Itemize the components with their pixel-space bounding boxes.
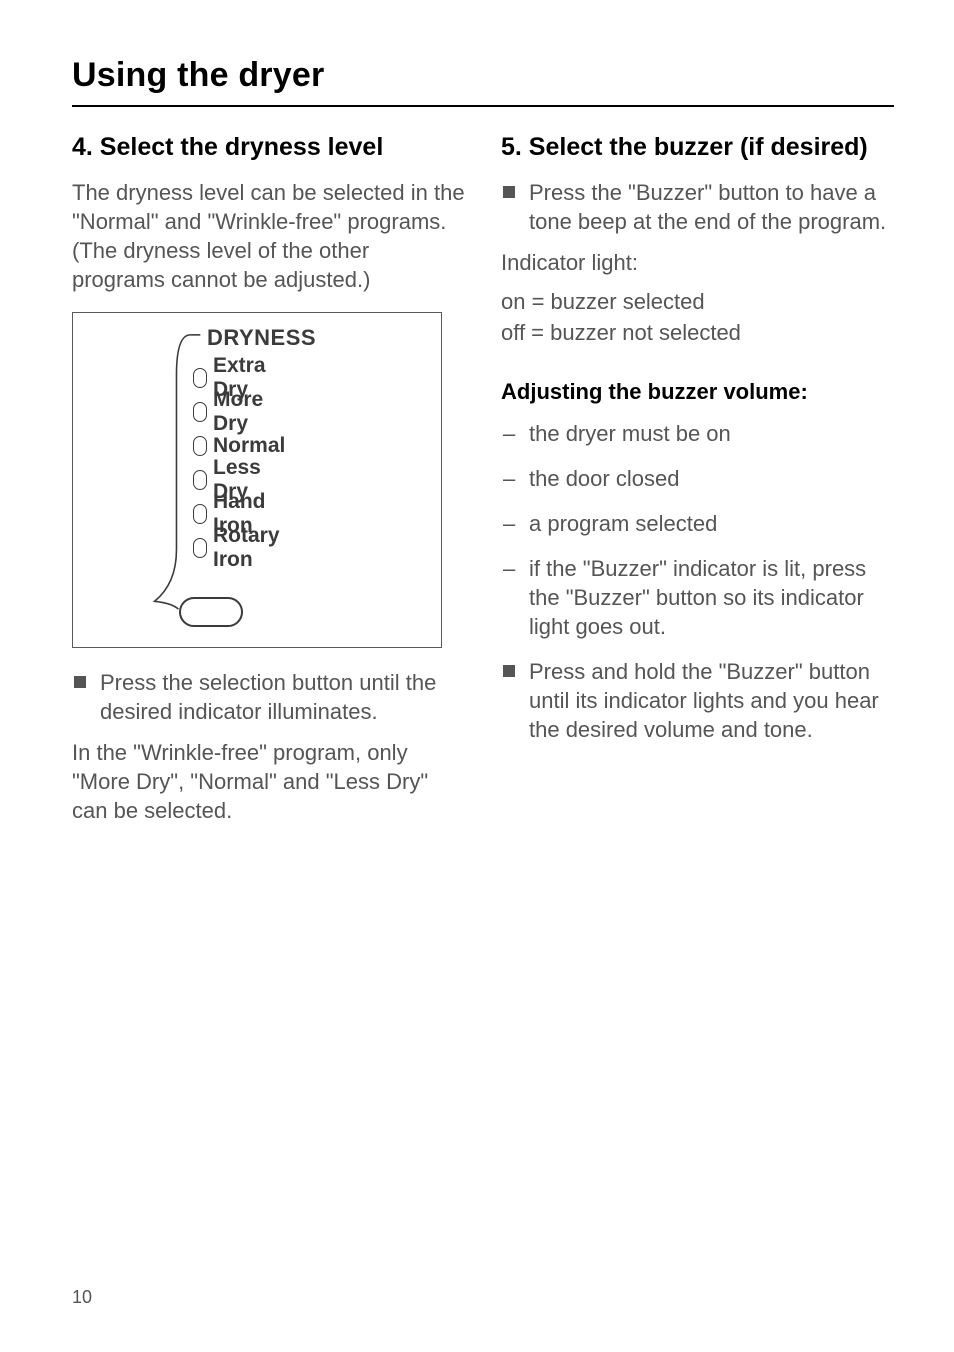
led-indicator-icon — [193, 436, 207, 456]
indicator-light-label: Indicator light: — [501, 248, 894, 277]
buzzer-volume-heading: Adjusting the buzzer volume: — [501, 379, 894, 405]
led-indicator-icon — [193, 368, 207, 388]
selection-button-icon — [179, 597, 243, 627]
dryness-led-column: Extra Dry More Dry Normal Less Dry — [193, 361, 285, 565]
dryness-option-label: More Dry — [213, 388, 285, 436]
dryness-option-label: Rotary Iron — [213, 524, 285, 572]
page-number: 10 — [72, 1287, 92, 1308]
left-column: 4. Select the dryness level The dryness … — [72, 133, 465, 843]
dryness-intro-text: The dryness level can be selected in the… — [72, 178, 465, 294]
indicator-on-text: on = buzzer selected — [501, 287, 894, 316]
page-title: Using the dryer — [72, 56, 894, 95]
dryness-instruction-bullet: Press the selection button until the des… — [72, 668, 465, 726]
dryness-option-label: Normal — [213, 434, 285, 458]
buzzer-volume-hold-bullet: Press and hold the "Buzzer" button until… — [501, 657, 894, 744]
led-indicator-icon — [193, 504, 207, 524]
buzzer-volume-step: if the "Buzzer" indicator is lit, press … — [501, 554, 894, 641]
dryness-figure: DRYNESS Extra Dry More Dry Normal — [72, 312, 442, 648]
right-column: 5. Select the buzzer (if desired) Press … — [501, 133, 894, 843]
title-rule — [72, 105, 894, 107]
buzzer-volume-step: a program selected — [501, 509, 894, 538]
section-heading-buzzer: 5. Select the buzzer (if desired) — [501, 133, 894, 162]
indicator-off-text: off = buzzer not selected — [501, 318, 894, 347]
dryness-outro-text: In the "Wrinkle-free" program, only "Mor… — [72, 738, 465, 825]
dryness-panel-title: DRYNESS — [207, 325, 316, 351]
led-indicator-icon — [193, 538, 207, 558]
dryness-option: Rotary Iron — [193, 531, 285, 565]
led-indicator-icon — [193, 402, 207, 422]
section-heading-dryness: 4. Select the dryness level — [72, 133, 465, 162]
buzzer-volume-step: the dryer must be on — [501, 419, 894, 448]
buzzer-instruction-bullet: Press the "Buzzer" button to have a tone… — [501, 178, 894, 236]
led-indicator-icon — [193, 470, 207, 490]
dryness-option: More Dry — [193, 395, 285, 429]
buzzer-volume-step: the door closed — [501, 464, 894, 493]
